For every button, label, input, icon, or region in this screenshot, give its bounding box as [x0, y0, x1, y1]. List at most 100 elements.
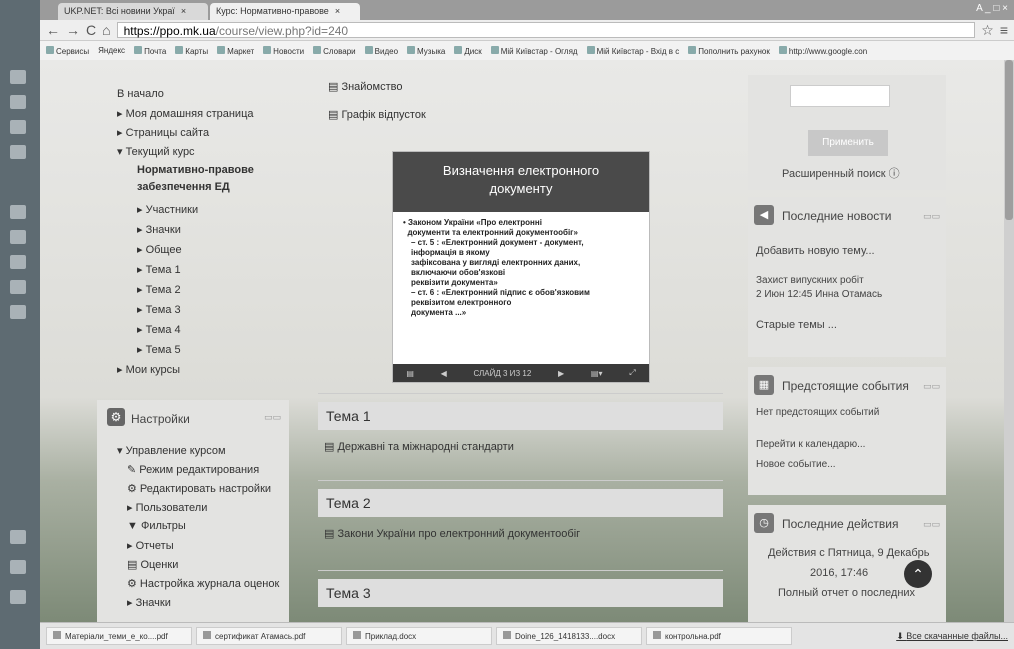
prev-slide-icon[interactable]: ◀	[441, 369, 447, 378]
tab-ukrnet[interactable]: UKP.NET: Всі новини Украї ×	[58, 3, 208, 20]
nav-badges[interactable]: ▸ Значки	[137, 223, 181, 236]
embedded-presentation[interactable]: Визначення електронного документу • Закон…	[392, 151, 650, 383]
bookmark-item[interactable]: Почта	[134, 45, 166, 56]
add-topic-link[interactable]: Добавить новую тему...	[756, 245, 875, 257]
nav-participants[interactable]: ▸ Участники	[137, 203, 198, 216]
nav-dashboard[interactable]: ▸ Моя домашняя страница	[117, 107, 254, 120]
manage-course[interactable]: ▾ Управление курсом	[117, 444, 226, 457]
slide-title-line: Визначення електронного	[442, 163, 600, 178]
advanced-search-link[interactable]: Расширенный поиск ⓘ	[782, 165, 900, 181]
app-icon[interactable]	[10, 590, 26, 604]
bookmark-item[interactable]: Карты	[175, 45, 208, 56]
scrollbar-thumb[interactable]	[1005, 60, 1013, 220]
download-item[interactable]: Приклад.docx	[346, 627, 492, 645]
dock-icon[interactable]: ▭▭	[923, 211, 940, 222]
bookmark-item[interactable]: Пополнить рахунок	[688, 45, 770, 56]
download-item[interactable]: Матеріали_теми_е_ко....pdf	[46, 627, 192, 645]
tab-course[interactable]: Курс: Нормативно-правове ×	[210, 3, 360, 20]
app-icon[interactable]	[10, 95, 26, 109]
download-item[interactable]: Doine_126_1418133....docx	[496, 627, 642, 645]
nav-topic-4[interactable]: ▸ Тема 4	[137, 323, 181, 336]
apply-button[interactable]: Применить	[808, 130, 888, 156]
all-downloads-link[interactable]: ⬇ Все скачанные файлы...	[896, 631, 1008, 642]
home-icon[interactable]: ⌂	[102, 22, 110, 38]
topic-resource-link[interactable]: ▤ Державні та міжнародні стандарти	[318, 430, 723, 463]
bookmark-item[interactable]: Яндекс	[98, 46, 125, 55]
app-icon[interactable]	[10, 70, 26, 84]
bookmark-item[interactable]: Музыка	[407, 45, 445, 56]
nav-general[interactable]: ▸ Общее	[137, 243, 182, 256]
scrollbar[interactable]	[1004, 60, 1014, 622]
bookmark-item[interactable]: Маркет	[217, 45, 254, 56]
topic-resource-link[interactable]: ▤ Закони України про електронний докумен…	[318, 517, 723, 550]
bookmark-item[interactable]: Видео	[364, 45, 398, 56]
app-icon[interactable]	[10, 120, 26, 134]
nav-home[interactable]: В начало	[117, 88, 164, 100]
activity-vacation-schedule[interactable]: ▤ Графік відпусток	[328, 108, 426, 121]
nav-topic-3[interactable]: ▸ Тема 3	[137, 303, 181, 316]
grades-link[interactable]: ▤ Оценки	[127, 558, 178, 571]
gradebook-setup-link[interactable]: ⚙ Настройка журнала оценок	[127, 577, 279, 590]
notes-icon[interactable]: ▤	[406, 369, 414, 378]
activity-acquaintance[interactable]: ▤ Знайомство	[328, 80, 403, 93]
users-link[interactable]: ▸ Пользователи	[127, 501, 207, 514]
search-input[interactable]	[790, 85, 890, 107]
url-field[interactable]: https://ppo.mk.ua/course/view.php?id=240	[116, 22, 976, 38]
close-icon[interactable]: ×	[181, 6, 186, 16]
dock-icon[interactable]: ▭▭	[923, 519, 940, 530]
app-icon[interactable]	[10, 530, 26, 544]
slide-menu-icon[interactable]: ▤▾	[591, 369, 603, 378]
nav-course-name-2[interactable]: забезпечення ЕД	[137, 181, 230, 193]
app-icon[interactable]	[10, 280, 26, 294]
menu-icon[interactable]: ≡	[1000, 22, 1008, 38]
next-slide-icon[interactable]: ▶	[558, 369, 564, 378]
nav-topic-1[interactable]: ▸ Тема 1	[137, 263, 181, 276]
nav-topic-5[interactable]: ▸ Тема 5	[137, 343, 181, 356]
edit-mode-link[interactable]: ✎ Режим редактирования	[127, 463, 259, 476]
reload-icon[interactable]: C	[86, 22, 96, 38]
app-icon[interactable]	[10, 145, 26, 159]
nav-my-courses[interactable]: ▸ Мои курсы	[117, 363, 180, 376]
old-topics-link[interactable]: Старые темы ...	[756, 319, 837, 331]
scroll-up-button[interactable]: ⌃	[904, 560, 932, 588]
nav-label: Тема 1	[145, 264, 181, 276]
bookmark-item[interactable]: Новости	[263, 45, 304, 56]
adv-search-label: Расширенный поиск	[782, 168, 886, 180]
help-icon[interactable]: ⓘ	[889, 168, 900, 180]
download-item[interactable]: контрольна.pdf	[646, 627, 792, 645]
filters-link[interactable]: ▼ Фильтры	[127, 520, 186, 532]
nav-topic-2[interactable]: ▸ Тема 2	[137, 283, 181, 296]
app-icon[interactable]	[10, 255, 26, 269]
window-controls[interactable]: A _ □ ×	[976, 3, 1008, 14]
nav-course-name[interactable]: Нормативно-правове	[137, 164, 254, 176]
app-icon[interactable]	[10, 205, 26, 219]
bookmark-item[interactable]: http://www.google.con	[778, 45, 867, 56]
app-icon[interactable]	[10, 560, 26, 574]
back-icon[interactable]: ←	[46, 22, 60, 38]
nav-site-pages[interactable]: ▸ Страницы сайта	[117, 126, 209, 139]
app-icon[interactable]	[10, 305, 26, 319]
topic-section-1: Тема 1 ▤ Державні та міжнародні стандарт…	[318, 393, 723, 463]
forward-icon[interactable]: →	[66, 22, 80, 38]
bookmark-services[interactable]: Сервисы	[46, 45, 89, 56]
star-icon[interactable]: ☆	[981, 22, 994, 39]
full-report-link[interactable]: Полный отчет о последних	[778, 587, 915, 599]
go-to-calendar-link[interactable]: Перейти к календарю...	[756, 439, 865, 450]
bookmark-item[interactable]: Диск	[454, 45, 482, 56]
bookmark-item[interactable]: Мій Київстар - Вхід в с	[586, 45, 679, 56]
settings-header: ⚙ Настройки ▭▭	[105, 406, 281, 428]
badges-link[interactable]: ▸ Значки	[127, 596, 171, 609]
nav-current-course[interactable]: ▾ Текущий курс	[117, 145, 195, 158]
edit-settings-link[interactable]: ⚙ Редактировать настройки	[127, 482, 271, 495]
fullscreen-icon[interactable]: ⤢	[629, 368, 635, 378]
new-event-link[interactable]: Новое событие...	[756, 459, 836, 470]
close-icon[interactable]: ×	[335, 6, 340, 16]
bookmark-item[interactable]: Мій Київстар - Огляд	[490, 45, 578, 56]
news-item-link[interactable]: Захист випускних робіт	[756, 275, 864, 286]
download-item[interactable]: сертификат Атамась.pdf	[196, 627, 342, 645]
app-icon[interactable]	[10, 230, 26, 244]
bookmark-item[interactable]: Словари	[313, 45, 356, 56]
dock-icon[interactable]: ▭▭	[923, 381, 940, 392]
reports-link[interactable]: ▸ Отчеты	[127, 539, 174, 552]
dock-icon[interactable]: ▭▭	[264, 412, 281, 423]
